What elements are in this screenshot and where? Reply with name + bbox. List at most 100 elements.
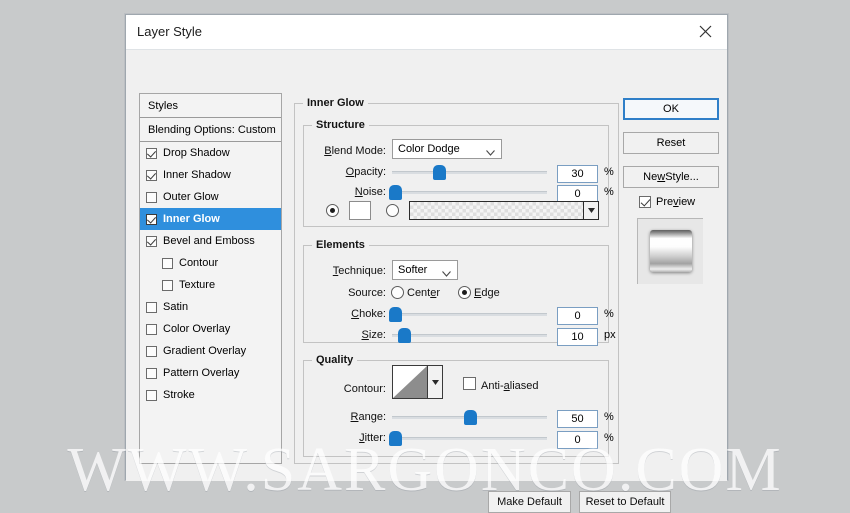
style-item-checkbox[interactable] <box>162 280 173 291</box>
opacity-slider-thumb[interactable] <box>433 165 446 180</box>
size-slider-thumb[interactable] <box>398 328 411 343</box>
source-center-radio[interactable] <box>391 286 404 299</box>
contour-curve-shape <box>393 366 427 398</box>
preview-label: Preview <box>656 196 695 208</box>
range-label: Range: <box>328 411 386 423</box>
style-item-outer-glow[interactable]: Outer Glow <box>140 186 281 208</box>
noise-slider-thumb[interactable] <box>389 185 402 200</box>
style-item-checkbox[interactable] <box>146 324 157 335</box>
technique-select[interactable]: Softer <box>392 260 458 280</box>
reset-to-default-button[interactable]: Reset to Default <box>579 491 671 513</box>
range-input[interactable]: 50 <box>557 410 598 428</box>
dialog-titlebar: Layer Style <box>126 15 727 50</box>
choke-slider-track <box>392 313 547 316</box>
jitter-slider[interactable] <box>392 430 547 446</box>
jitter-label: Jitter: <box>332 432 386 444</box>
preview-checkbox[interactable]: Preview <box>639 196 695 208</box>
close-icon[interactable] <box>683 15 727 48</box>
choke-input[interactable]: 0 <box>557 307 598 325</box>
blending-options-row[interactable]: Blending Options: Custom <box>140 118 281 142</box>
style-item-checkbox[interactable] <box>146 214 157 225</box>
new-style-button[interactable]: New Style... <box>623 166 719 188</box>
styles-list-panel: Styles Blending Options: Custom Drop Sha… <box>139 93 282 464</box>
style-item-inner-shadow[interactable]: Inner Shadow <box>140 164 281 186</box>
style-preview-thumbnail <box>637 218 703 284</box>
style-item-checkbox[interactable] <box>162 258 173 269</box>
style-item-checkbox[interactable] <box>146 368 157 379</box>
blend-mode-value: Color Dodge <box>398 143 460 155</box>
style-item-gradient-overlay[interactable]: Gradient Overlay <box>140 340 281 362</box>
preview-checkbox-box <box>639 196 651 208</box>
source-label: Source: <box>324 287 386 299</box>
contour-dropdown-icon[interactable] <box>428 365 443 399</box>
gradient-preview[interactable] <box>409 201 584 220</box>
technique-value: Softer <box>398 264 427 276</box>
style-item-checkbox[interactable] <box>146 346 157 357</box>
anti-aliased-checkbox[interactable] <box>463 377 476 390</box>
choke-label: Choke: <box>328 308 386 320</box>
style-item-texture[interactable]: Texture <box>140 274 281 296</box>
style-item-label: Contour <box>179 252 218 274</box>
choke-unit: % <box>604 308 614 320</box>
style-item-label: Satin <box>163 296 188 318</box>
opacity-label: Opacity: <box>324 166 386 178</box>
style-item-color-overlay[interactable]: Color Overlay <box>140 318 281 340</box>
preview-shape <box>650 230 692 272</box>
style-item-label: Drop Shadow <box>163 142 230 164</box>
source-edge-radio[interactable] <box>458 286 471 299</box>
jitter-input[interactable]: 0 <box>557 431 598 449</box>
style-item-checkbox[interactable] <box>146 236 157 247</box>
chevron-down-icon <box>486 147 495 159</box>
styles-list-header[interactable]: Styles <box>140 94 281 118</box>
jitter-slider-thumb[interactable] <box>389 431 402 446</box>
dialog-body: Styles Blending Options: Custom Drop Sha… <box>126 50 727 481</box>
reset-button[interactable]: Reset <box>623 132 719 154</box>
noise-slider[interactable] <box>392 184 547 200</box>
anti-aliased-label: Anti-aliased <box>481 380 571 392</box>
style-item-contour[interactable]: Contour <box>140 252 281 274</box>
style-item-label: Outer Glow <box>163 186 219 208</box>
style-item-checkbox[interactable] <box>146 192 157 203</box>
dialog-action-column: OK Reset New Style... Preview <box>623 88 721 468</box>
style-item-checkbox[interactable] <box>146 302 157 313</box>
effect-settings-panel: Inner Glow Structure Blend Mode: Color D… <box>294 93 619 464</box>
range-slider[interactable] <box>392 409 547 425</box>
style-item-drop-shadow[interactable]: Drop Shadow <box>140 142 281 164</box>
noise-label: Noise: <box>332 186 386 198</box>
style-item-label: Stroke <box>163 384 195 406</box>
noise-slider-track <box>392 191 547 194</box>
style-item-satin[interactable]: Satin <box>140 296 281 318</box>
gradient-dropdown-icon[interactable] <box>584 201 599 220</box>
style-item-label: Inner Glow <box>163 208 220 230</box>
technique-label: Technique: <box>316 265 386 277</box>
range-slider-thumb[interactable] <box>464 410 477 425</box>
make-default-button[interactable]: Make Default <box>488 491 571 513</box>
style-item-stroke[interactable]: Stroke <box>140 384 281 406</box>
style-item-inner-glow[interactable]: Inner Glow <box>140 208 281 230</box>
inner-glow-group-title: Inner Glow <box>303 97 368 109</box>
contour-preview-icon[interactable] <box>392 365 428 399</box>
quality-group-title: Quality <box>312 354 357 366</box>
fill-gradient-radio[interactable] <box>386 204 399 217</box>
noise-unit: % <box>604 186 614 198</box>
style-item-bevel-and-emboss[interactable]: Bevel and Emboss <box>140 230 281 252</box>
layer-style-dialog: Layer Style Styles Blending Options: Cus… <box>125 14 728 480</box>
glow-color-swatch[interactable] <box>349 201 371 220</box>
jitter-unit: % <box>604 432 614 444</box>
style-item-checkbox[interactable] <box>146 148 157 159</box>
dialog-title: Layer Style <box>137 24 202 39</box>
ok-button[interactable]: OK <box>623 98 719 120</box>
style-item-checkbox[interactable] <box>146 390 157 401</box>
choke-slider[interactable] <box>392 306 547 322</box>
style-item-checkbox[interactable] <box>146 170 157 181</box>
size-input[interactable]: 10 <box>557 328 598 346</box>
blend-mode-select[interactable]: Color Dodge <box>392 139 502 159</box>
style-item-pattern-overlay[interactable]: Pattern Overlay <box>140 362 281 384</box>
fill-color-radio[interactable] <box>326 204 339 217</box>
size-slider[interactable] <box>392 327 547 343</box>
opacity-slider[interactable] <box>392 164 547 180</box>
source-edge-label: Edge <box>474 287 514 299</box>
opacity-slider-track <box>392 171 547 174</box>
opacity-input[interactable]: 30 <box>557 165 598 183</box>
choke-slider-thumb[interactable] <box>389 307 402 322</box>
